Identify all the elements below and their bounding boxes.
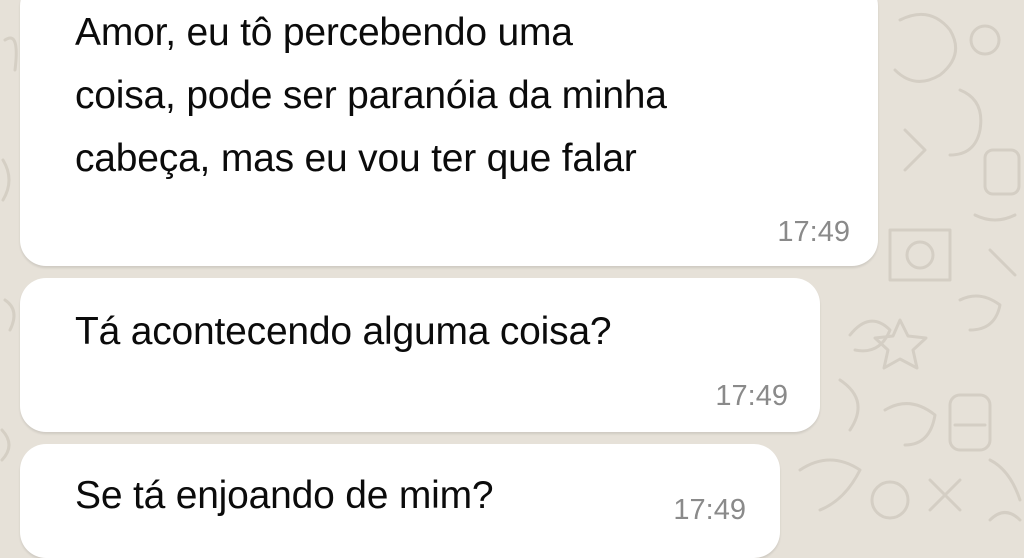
message-bubble[interactable]: Tá acontecendo alguma coisa? 17:49 — [20, 278, 820, 432]
message-bubble[interactable]: Amor, eu tô percebendo uma coisa, pode s… — [20, 0, 878, 266]
message-text: Tá acontecendo alguma coisa? — [75, 310, 612, 353]
message-text: Amor, eu tô percebendo uma coisa, pode s… — [75, 11, 667, 180]
message-timestamp: 17:49 — [673, 494, 746, 526]
message-text: Se tá enjoando de mim? — [75, 474, 494, 517]
message-bubble[interactable]: Se tá enjoando de mim? 17:49 — [20, 444, 780, 558]
message-timestamp: 17:49 — [715, 380, 788, 412]
message-timestamp: 17:49 — [777, 216, 850, 248]
